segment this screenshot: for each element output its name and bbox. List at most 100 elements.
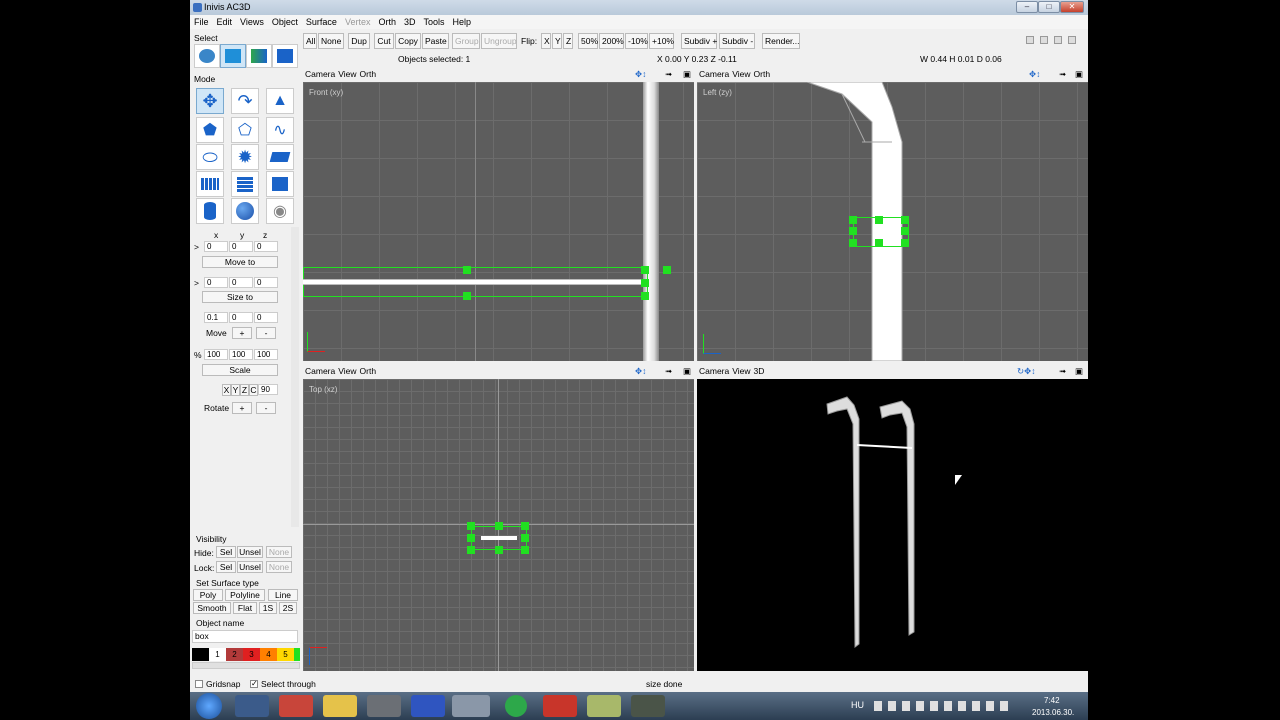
mode-disk-button[interactable]: ✹ <box>231 144 259 170</box>
menu-help[interactable]: Help <box>449 15 476 29</box>
menu-tools[interactable]: Tools <box>419 15 448 29</box>
top-view-menu[interactable]: View <box>338 366 356 376</box>
select-all-button[interactable]: All <box>303 33 317 49</box>
taskbar-app-4[interactable] <box>367 695 401 717</box>
mode-scale-button[interactable]: ▲ <box>266 88 294 114</box>
color-swatch-2[interactable]: 2 <box>226 648 243 661</box>
taskbar-app-5[interactable] <box>411 695 445 717</box>
surf-flat-button[interactable]: Flat <box>233 602 257 614</box>
front-viewport[interactable]: Front (xy) <box>303 82 694 361</box>
group-button[interactable]: Group <box>452 33 480 49</box>
mode-sphere-button[interactable] <box>231 198 259 224</box>
menu-edit[interactable]: Edit <box>213 15 237 29</box>
step-z-field[interactable]: 0 <box>254 312 278 323</box>
size-to-button[interactable]: Size to <box>202 291 278 303</box>
hide-none-button[interactable]: None <box>266 546 292 558</box>
surf-line-button[interactable]: Line <box>268 589 298 601</box>
front-camera-menu[interactable]: Camera <box>305 69 335 79</box>
mode-rotate-button[interactable]: ↷ <box>231 88 259 114</box>
persp-maximize-icon[interactable]: ▣ <box>1075 364 1083 378</box>
start-button[interactable] <box>196 693 222 719</box>
persp-view-menu[interactable]: View <box>732 366 750 376</box>
select-object-button[interactable] <box>220 44 246 68</box>
select-vertex-button[interactable] <box>272 44 298 68</box>
scale-button[interactable]: Scale <box>202 364 278 376</box>
mode-mesh-button[interactable] <box>196 171 224 197</box>
left-orth-menu[interactable]: Orth <box>754 69 771 79</box>
front-handle-r2[interactable] <box>641 279 649 287</box>
top-handle-6[interactable] <box>521 522 529 530</box>
copy-button[interactable]: Copy <box>395 33 421 49</box>
front-handle-tm[interactable] <box>463 266 471 274</box>
lock-unsel-button[interactable]: Unsel <box>237 561 263 573</box>
surf-2s-button[interactable]: 2S <box>279 602 297 614</box>
taskbar-app-8[interactable] <box>543 695 577 717</box>
cut-button[interactable]: Cut <box>374 33 394 49</box>
zoom-200-button[interactable]: 200% <box>599 33 624 49</box>
surf-smooth-button[interactable]: Smooth <box>193 602 231 614</box>
taskbar-app-10[interactable] <box>631 695 665 717</box>
front-maximize-icon[interactable]: ▣ <box>683 67 691 81</box>
size-z-field[interactable]: 0 <box>254 277 278 288</box>
taskbar-ac3d[interactable] <box>452 695 490 717</box>
menu-vertex[interactable]: Vertex <box>341 15 375 29</box>
gridsnap-checkbox[interactable] <box>195 680 203 688</box>
top-maximize-icon[interactable]: ▣ <box>683 364 691 378</box>
layout-three-icon[interactable] <box>1054 36 1062 44</box>
menu-surface[interactable]: Surface <box>302 15 341 29</box>
zoom-plus10-button[interactable]: +10% <box>649 33 674 49</box>
left-handle-6[interactable] <box>901 216 909 224</box>
move-to-button[interactable]: Move to <box>202 256 278 268</box>
subdiv-minus-button[interactable]: Subdiv - <box>719 33 755 49</box>
rotate-c-button[interactable]: C <box>249 384 258 396</box>
surf-poly-button[interactable]: Poly <box>193 589 223 601</box>
left-handle-3[interactable] <box>849 239 857 247</box>
front-pan-icon[interactable]: ✥↕ <box>635 67 646 81</box>
surf-polyline-button[interactable]: Polyline <box>225 589 265 601</box>
lock-sel-button[interactable]: Sel <box>216 561 236 573</box>
left-camera-menu[interactable]: Camera <box>699 69 729 79</box>
color-swatch-4[interactable]: 4 <box>260 648 277 661</box>
front-handle-bm[interactable] <box>463 292 471 300</box>
top-handle-4[interactable] <box>495 522 503 530</box>
rotate-x-button[interactable]: X <box>222 384 231 396</box>
mode-polygon-button[interactable]: ⬟ <box>196 117 224 143</box>
top-handle-7[interactable] <box>521 534 529 542</box>
ungroup-button[interactable]: Ungroup <box>481 33 517 49</box>
step-y-field[interactable]: 0 <box>229 312 253 323</box>
left-pan-icon[interactable]: ✥↕ <box>1029 67 1040 81</box>
surf-1s-button[interactable]: 1S <box>259 602 277 614</box>
color-swatch-1[interactable]: 1 <box>209 648 226 661</box>
persp-orbit-icon[interactable]: ↻✥↕ <box>1017 364 1036 378</box>
left-maximize-icon[interactable]: ▣ <box>1075 67 1083 81</box>
left-view-menu[interactable]: View <box>732 69 750 79</box>
mode-cylinder-button[interactable] <box>196 198 224 224</box>
top-camera-menu[interactable]: Camera <box>305 366 335 376</box>
mode-plane-button[interactable] <box>266 144 294 170</box>
clock-time[interactable]: 7:42 <box>1044 696 1060 705</box>
rotate-plus-button[interactable]: + <box>232 402 252 414</box>
menu-3d[interactable]: 3D <box>400 15 420 29</box>
front-view-menu[interactable]: View <box>338 69 356 79</box>
top-viewport[interactable]: Top (xz) <box>303 379 694 671</box>
scale-z-field[interactable]: 100 <box>254 349 278 360</box>
menu-orth[interactable]: Orth <box>374 15 400 29</box>
paste-button[interactable]: Paste <box>422 33 449 49</box>
mode-curve-button[interactable]: ∿ <box>266 117 294 143</box>
color-swatch-3[interactable]: 3 <box>243 648 260 661</box>
flip-x-button[interactable]: X <box>541 33 551 49</box>
size-y-field[interactable]: 0 <box>229 277 253 288</box>
select-group-button[interactable] <box>194 44 220 68</box>
clock-date[interactable]: 2013.06.30. <box>1032 708 1074 717</box>
language-indicator[interactable]: HU <box>851 700 864 710</box>
scale-y-field[interactable]: 100 <box>229 349 253 360</box>
close-button[interactable]: ✕ <box>1060 1 1084 13</box>
mode-box-grid-button[interactable] <box>231 171 259 197</box>
front-pointer-icon[interactable]: ➟ <box>665 67 672 81</box>
flip-y-button[interactable]: Y <box>552 33 562 49</box>
top-orth-menu[interactable]: Orth <box>360 366 377 376</box>
mode-box-button[interactable] <box>266 171 294 197</box>
menu-object[interactable]: Object <box>268 15 302 29</box>
left-handle-7[interactable] <box>901 227 909 235</box>
size-x-field[interactable]: 0 <box>204 277 228 288</box>
